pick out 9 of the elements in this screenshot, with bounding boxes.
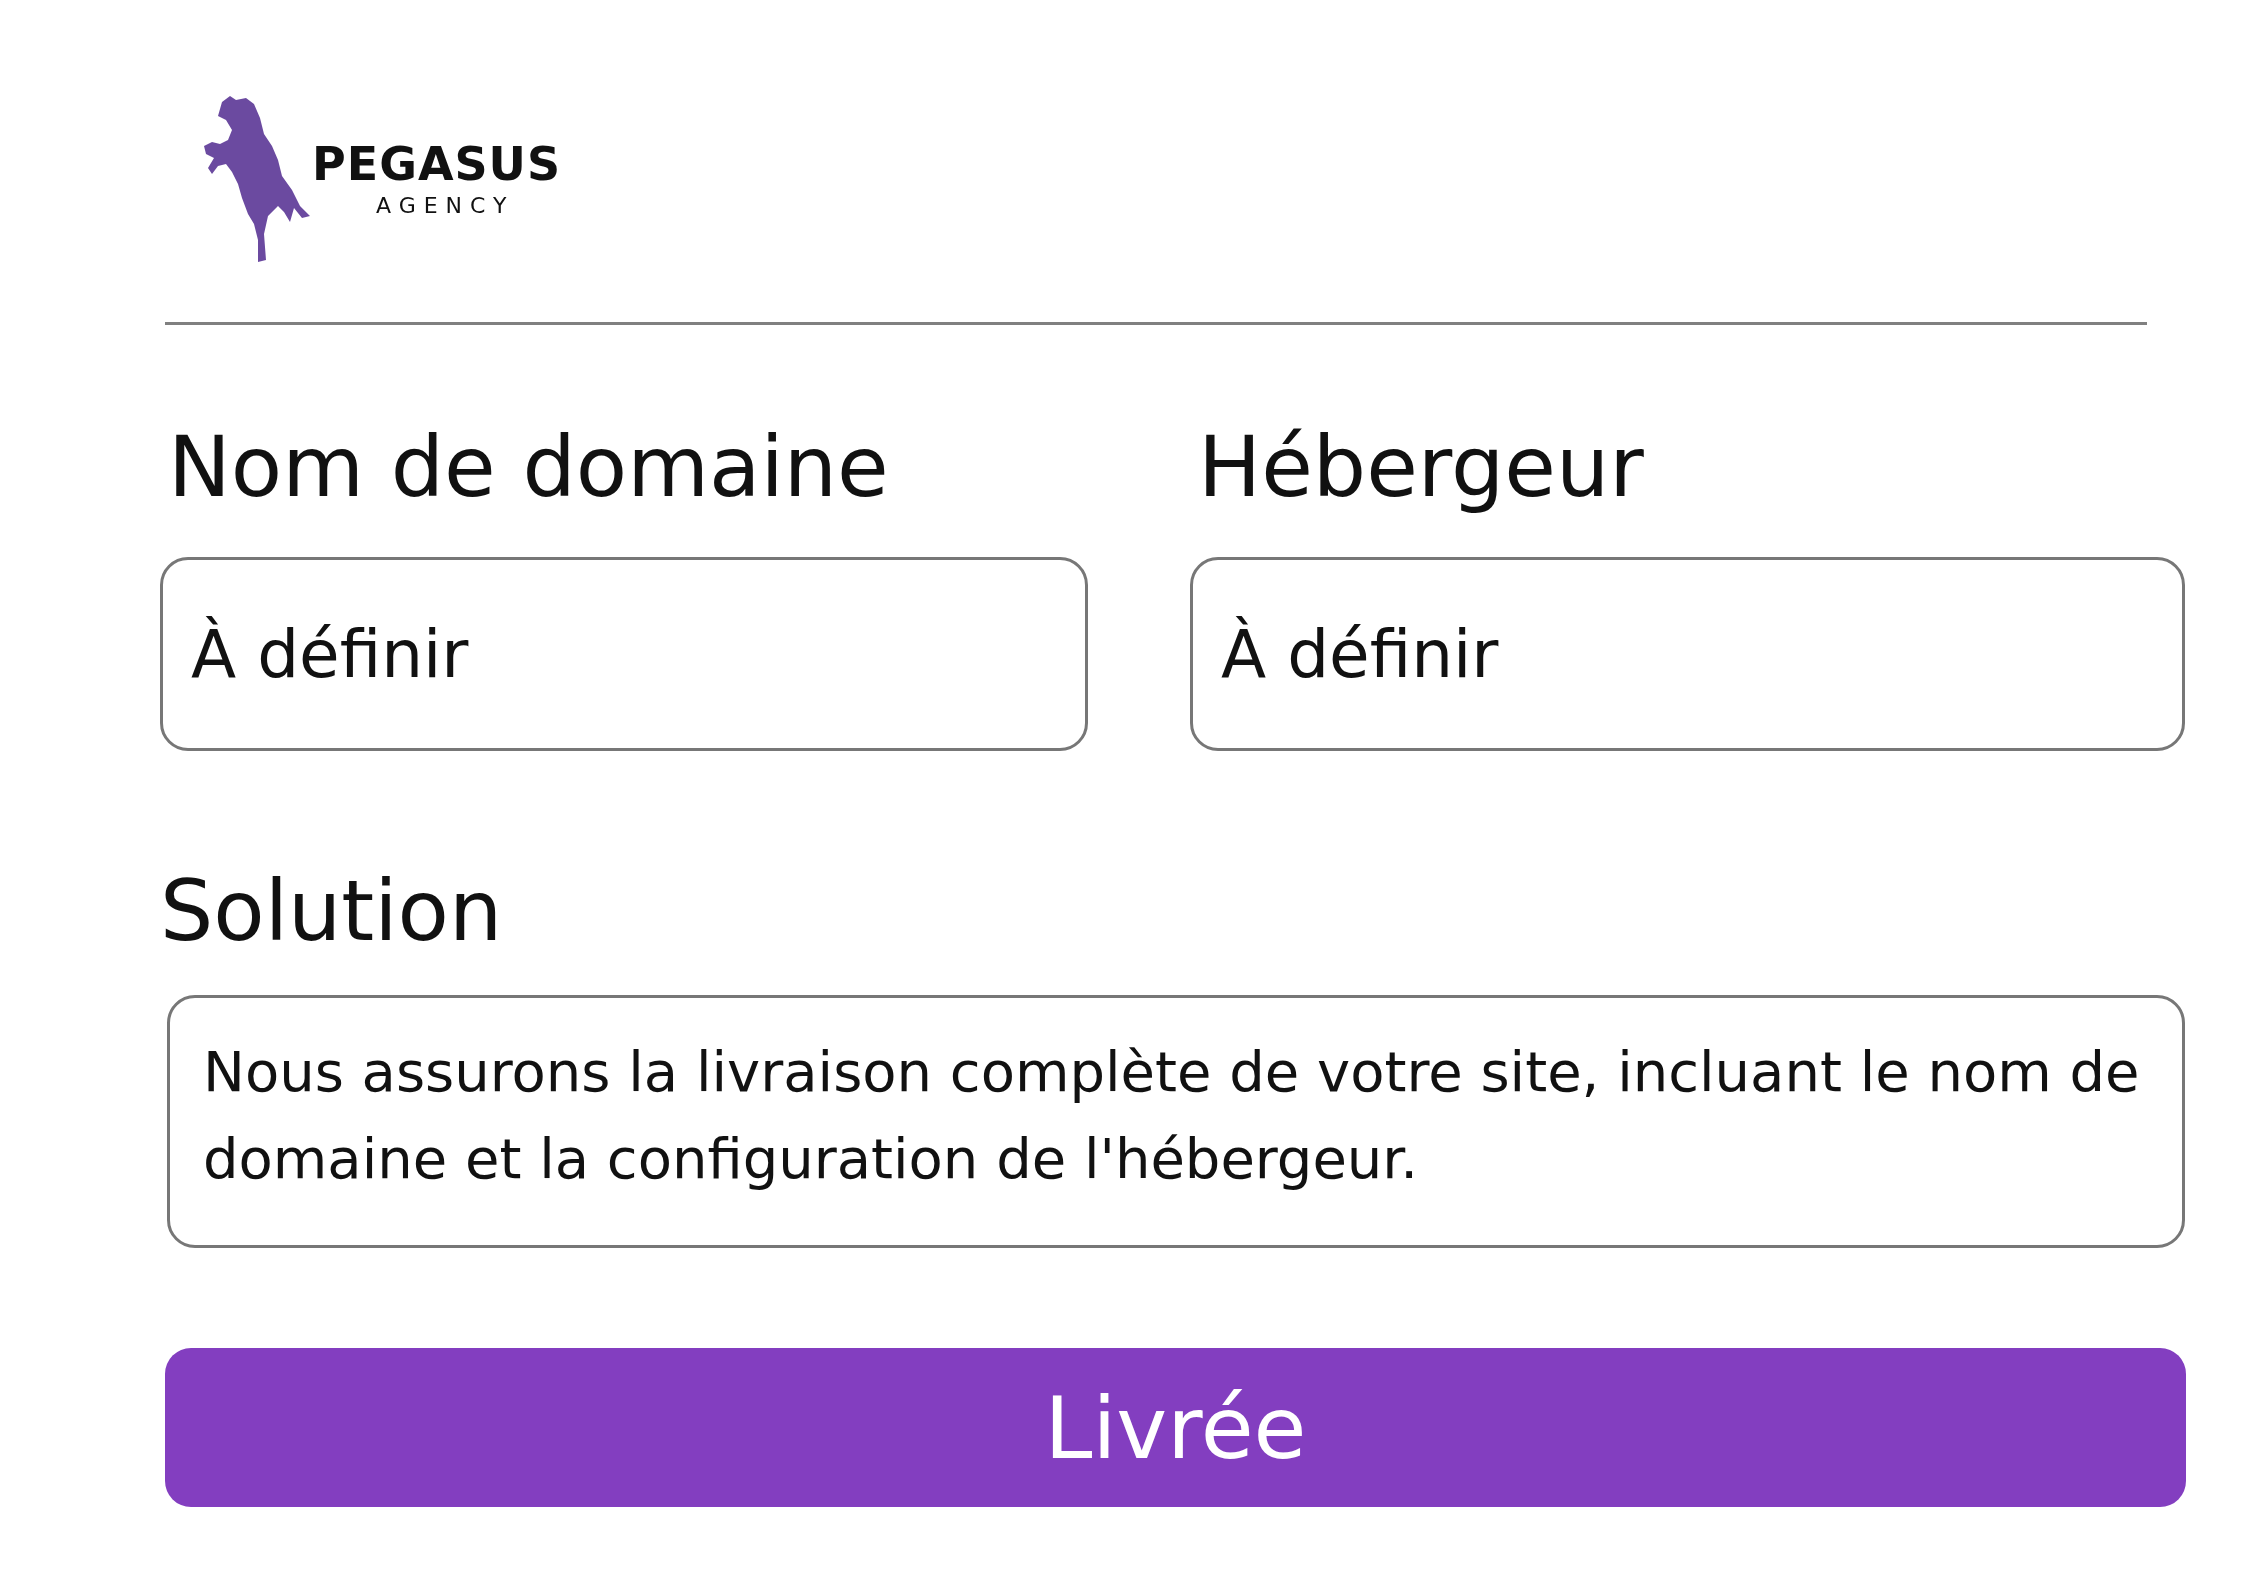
input-field[interactable]: À définir	[160, 557, 1088, 751]
field-label: Solution	[160, 869, 503, 953]
horse-icon	[202, 94, 312, 264]
input-field[interactable]: À définir	[1190, 557, 2185, 751]
field-label: Nom de domaine	[168, 425, 889, 509]
text-area[interactable]: Nous assurons la livraison complète de votre site, incluant le nom de domaine et la configuration de l'hébergeur.	[167, 995, 2185, 1248]
delivered-button[interactable]: Livrée	[165, 1348, 2186, 1507]
logo-tagline: AGENCY	[376, 195, 516, 217]
logo-text: PEGASUS	[312, 141, 562, 187]
